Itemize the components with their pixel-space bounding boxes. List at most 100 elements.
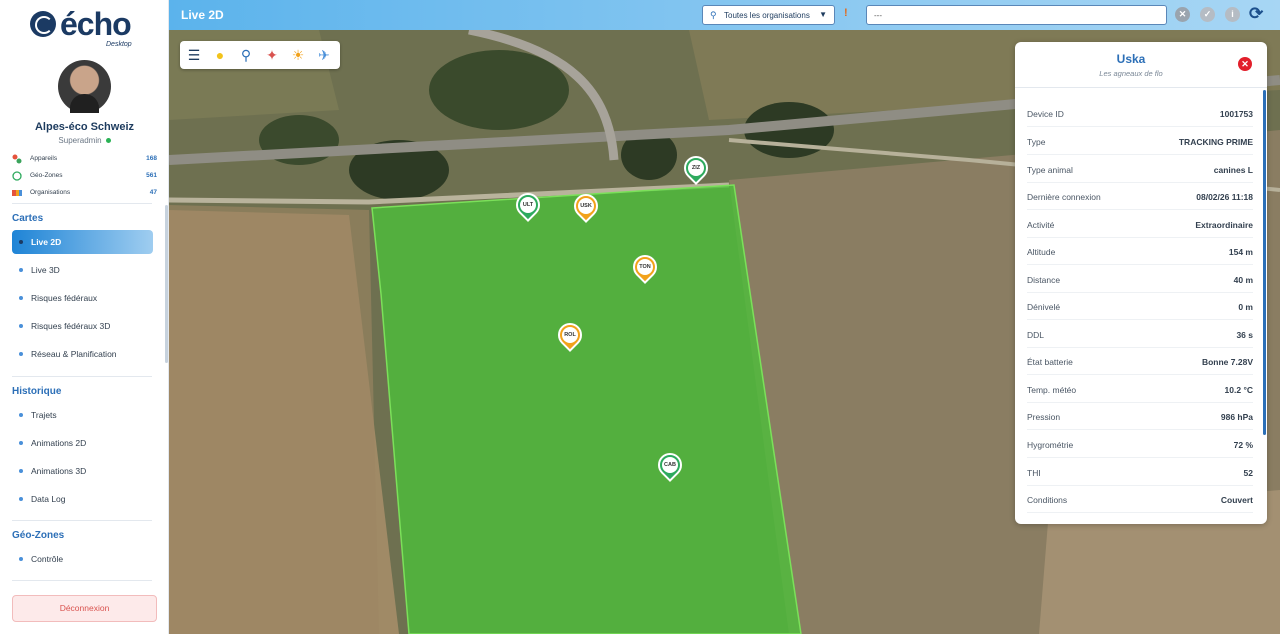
nav-label: Contrôle bbox=[31, 554, 64, 564]
nav-risques-federaux-3d[interactable]: Risques fédéraux 3D bbox=[12, 314, 153, 338]
nav-label: Réseau & Planification bbox=[31, 349, 117, 359]
nav-risques-federaux[interactable]: Risques fédéraux bbox=[12, 286, 153, 310]
device-marker-ton[interactable]: TON bbox=[628, 250, 662, 287]
detail-row-device-id: Device ID 1001753 bbox=[1027, 100, 1253, 127]
hiker-icon[interactable]: ✦ bbox=[260, 44, 284, 66]
marker-label: ZIZ bbox=[688, 160, 704, 176]
device-marker-cab[interactable]: CAB bbox=[653, 448, 687, 485]
app-root: écho Desktop Alpes-éco Schweiz Superadmi… bbox=[0, 0, 1280, 634]
detail-key: Dernière connexion bbox=[1027, 192, 1101, 202]
bullet-icon bbox=[19, 296, 23, 300]
marker-label: CAB bbox=[662, 457, 678, 473]
nav-data-log[interactable]: Data Log bbox=[12, 487, 153, 511]
device-marker-ziz[interactable]: ZIZ bbox=[679, 151, 713, 188]
role-label: Superadmin bbox=[58, 136, 102, 145]
device-name: Uska bbox=[1116, 52, 1146, 66]
close-icon[interactable]: ✕ bbox=[1238, 57, 1252, 71]
sidebar: écho Desktop Alpes-éco Schweiz Superadmi… bbox=[0, 0, 169, 634]
detail-value: 40 m bbox=[1233, 275, 1253, 285]
nav-animations-3d[interactable]: Animations 3D bbox=[12, 459, 153, 483]
nav-trajets[interactable]: Trajets bbox=[12, 403, 153, 427]
detail-row-battery: État batterie Bonne 7.28V bbox=[1027, 348, 1253, 375]
devices-icon bbox=[12, 154, 22, 164]
stat-value: 561 bbox=[146, 172, 157, 179]
sidebar-scrollbar[interactable] bbox=[165, 205, 168, 363]
detail-value: Bonne 7.28V bbox=[1201, 357, 1253, 367]
detail-row-activity: Activité Extraordinaire bbox=[1027, 211, 1253, 238]
detail-key: Dénivelé bbox=[1027, 302, 1061, 312]
divider bbox=[12, 203, 152, 204]
layers-icon[interactable]: ☰ bbox=[182, 44, 206, 66]
detail-row-temperature: Temp. météo 10.2 °C bbox=[1027, 376, 1253, 403]
device-marker-usk[interactable]: USK bbox=[569, 189, 603, 226]
nav-label: Data Log bbox=[31, 494, 66, 504]
stat-value: 168 bbox=[146, 155, 157, 162]
detail-key: Distance bbox=[1027, 275, 1061, 285]
nav-live-2d[interactable]: Live 2D bbox=[12, 230, 153, 254]
stat-label: Organisations bbox=[30, 189, 71, 196]
refresh-icon[interactable]: ⟳ bbox=[1249, 4, 1263, 24]
divider bbox=[1015, 87, 1267, 88]
warning-icon[interactable]: ! bbox=[844, 7, 848, 19]
device-marker-ult[interactable]: ULT bbox=[511, 188, 545, 225]
nav-label: Risques fédéraux bbox=[31, 293, 98, 303]
detail-key: Temp. météo bbox=[1027, 385, 1077, 395]
bullet-icon bbox=[19, 497, 23, 501]
detail-row-altitude: Altitude 154 m bbox=[1027, 238, 1253, 265]
logo-text: écho bbox=[60, 6, 132, 42]
detail-value: 154 m bbox=[1228, 247, 1253, 257]
filter-icon: ⚲ bbox=[710, 10, 717, 20]
detail-key: Activité bbox=[1027, 220, 1055, 230]
info-icon[interactable]: i bbox=[1225, 7, 1240, 22]
stat-geozones[interactable]: Géo-Zones 561 bbox=[12, 170, 157, 182]
detail-key: Device ID bbox=[1027, 109, 1064, 119]
detail-row-thi: THI 52 bbox=[1027, 459, 1253, 486]
detail-value: 08/02/26 11:18 bbox=[1196, 192, 1253, 202]
bullet-icon bbox=[19, 324, 23, 328]
divider bbox=[12, 520, 152, 521]
search-zoom-icon[interactable]: ⚲ bbox=[234, 44, 258, 66]
page-title: Live 2D bbox=[181, 8, 224, 22]
detail-row-conditions: Conditions Couvert bbox=[1027, 486, 1253, 513]
detail-row-type: Type TRACKING PRIME bbox=[1027, 128, 1253, 155]
organization-name: Alpes-éco Schweiz bbox=[34, 121, 135, 133]
logout-button[interactable]: Déconnexion bbox=[12, 595, 157, 622]
organization-select[interactable]: ⚲ Toutes les organisations ▼ bbox=[702, 5, 835, 25]
logo-subtitle: Desktop bbox=[106, 41, 132, 48]
detail-key: Type animal bbox=[1027, 165, 1073, 175]
detail-row-last-connection: Dernière connexion 08/02/26 11:18 bbox=[1027, 183, 1253, 210]
lightbulb-icon[interactable]: ● bbox=[208, 44, 232, 66]
stat-devices[interactable]: Appareils 168 bbox=[12, 153, 157, 165]
search-input[interactable]: --- bbox=[866, 5, 1167, 25]
detail-row-type-animal: Type animal canines L bbox=[1027, 156, 1253, 183]
detail-key: Pression bbox=[1027, 412, 1061, 422]
divider bbox=[12, 376, 152, 377]
nav-live-3d[interactable]: Live 3D bbox=[12, 258, 153, 282]
device-marker-rol[interactable]: ROL bbox=[553, 318, 587, 355]
marker-label: USK bbox=[578, 198, 594, 214]
detail-value: Extraordinaire bbox=[1195, 220, 1253, 230]
avatar[interactable] bbox=[58, 60, 111, 113]
check-icon[interactable]: ✓ bbox=[1200, 7, 1215, 22]
nav-reseau-planification[interactable]: Réseau & Planification bbox=[12, 342, 153, 366]
stat-organizations[interactable]: Organisations 47 bbox=[12, 187, 157, 199]
geozone-icon bbox=[12, 171, 22, 181]
section-historique: Historique bbox=[12, 386, 62, 397]
detail-key: Type bbox=[1027, 137, 1046, 147]
detail-value: 36 s bbox=[1236, 330, 1253, 340]
bullet-icon bbox=[19, 352, 23, 356]
detail-key: Conditions bbox=[1027, 495, 1068, 505]
nav-animations-2d[interactable]: Animations 2D bbox=[12, 431, 153, 455]
detail-value: canines L bbox=[1213, 165, 1253, 175]
weather-icon[interactable]: ☀ bbox=[286, 44, 310, 66]
satellite-icon[interactable]: ✈ bbox=[312, 44, 336, 66]
section-geozones: Géo-Zones bbox=[12, 530, 65, 541]
device-detail-panel: Uska Les agneaux de flo ✕ Device ID 10017… bbox=[1015, 42, 1267, 524]
detail-value: 1001753 bbox=[1219, 109, 1253, 119]
panel-scrollbar[interactable] bbox=[1263, 90, 1266, 435]
organization-select-value: Toutes les organisations bbox=[724, 11, 810, 20]
user-role: Superadmin bbox=[0, 136, 169, 145]
nav-controle[interactable]: Contrôle bbox=[12, 547, 153, 571]
detail-value: 0 m bbox=[1238, 302, 1253, 312]
clear-icon[interactable]: ✕ bbox=[1175, 7, 1190, 22]
